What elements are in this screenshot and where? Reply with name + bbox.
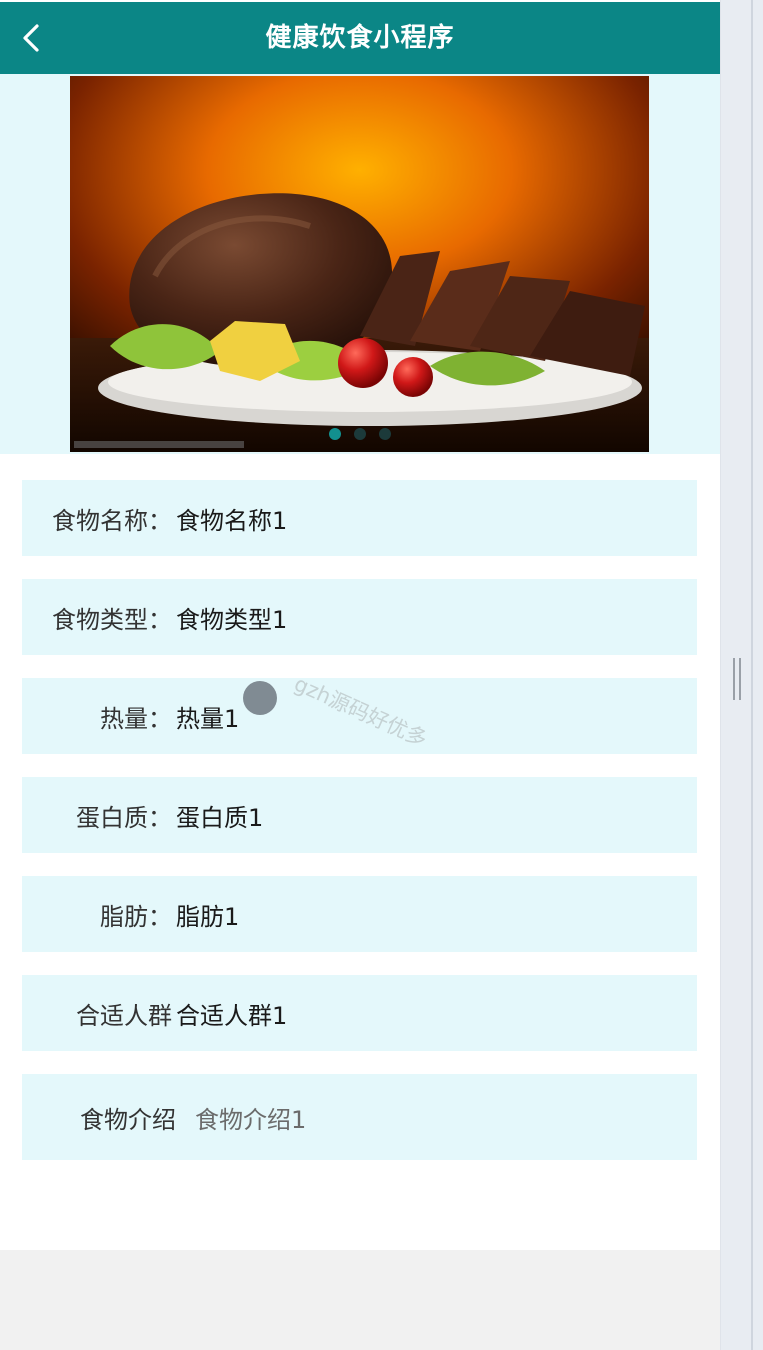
touch-indicator — [243, 681, 277, 715]
field-value: 食物介绍1 — [195, 1105, 307, 1134]
food-image — [70, 76, 649, 452]
carousel-dot[interactable] — [379, 428, 391, 440]
image-carousel[interactable] — [0, 74, 720, 454]
detail-row-introduction: 食物介绍 食物介绍1 — [22, 1074, 697, 1160]
detail-row-fat: 脂肪： 脂肪1 — [22, 876, 697, 952]
field-value: 蛋白质1 — [176, 803, 264, 832]
navigation-bar: 健康饮食小程序 — [0, 2, 720, 74]
detail-row-protein: 蛋白质： 蛋白质1 — [22, 777, 697, 853]
field-label: 蛋白质： — [76, 803, 172, 832]
field-label: 脂肪： — [100, 902, 172, 931]
carousel-dot[interactable] — [329, 428, 341, 440]
carousel-dot[interactable] — [354, 428, 366, 440]
field-value: 食物名称1 — [176, 506, 288, 535]
detail-row-type: 食物类型： 食物类型1 — [22, 579, 697, 655]
field-value: 合适人群1 — [176, 1001, 288, 1030]
field-label: 合适人群 — [76, 1001, 172, 1030]
resize-handle-icon[interactable] — [733, 658, 741, 700]
field-label: 食物介绍 — [80, 1105, 176, 1134]
food-detail-list: 食物名称： 食物名称1 食物类型： 食物类型1 热量： 热量1 蛋白质： 蛋白质… — [0, 454, 720, 1250]
scrollbar-track — [751, 0, 753, 1350]
mini-program-viewport: 健康饮食小程序 食物名称： 食物名称1 食物类型： 食物类型1 热量： 热量1 … — [0, 0, 720, 1250]
carousel-indicators — [0, 428, 720, 442]
field-label: 食物类型： — [52, 605, 172, 634]
detail-row-suitable-group: 合适人群 合适人群1 — [22, 975, 697, 1051]
field-value: 热量1 — [176, 704, 240, 733]
field-value: 食物类型1 — [176, 605, 288, 634]
screen: 健康饮食小程序 食物名称： 食物名称1 食物类型： 食物类型1 热量： 热量1 … — [0, 0, 763, 1350]
page-title: 健康饮食小程序 — [265, 23, 455, 53]
field-label: 热量： — [100, 704, 172, 733]
detail-row-name: 食物名称： 食物名称1 — [22, 480, 697, 556]
field-value: 脂肪1 — [176, 902, 240, 931]
scrollbar[interactable] — [720, 0, 763, 1350]
field-label: 食物名称： — [52, 506, 172, 535]
